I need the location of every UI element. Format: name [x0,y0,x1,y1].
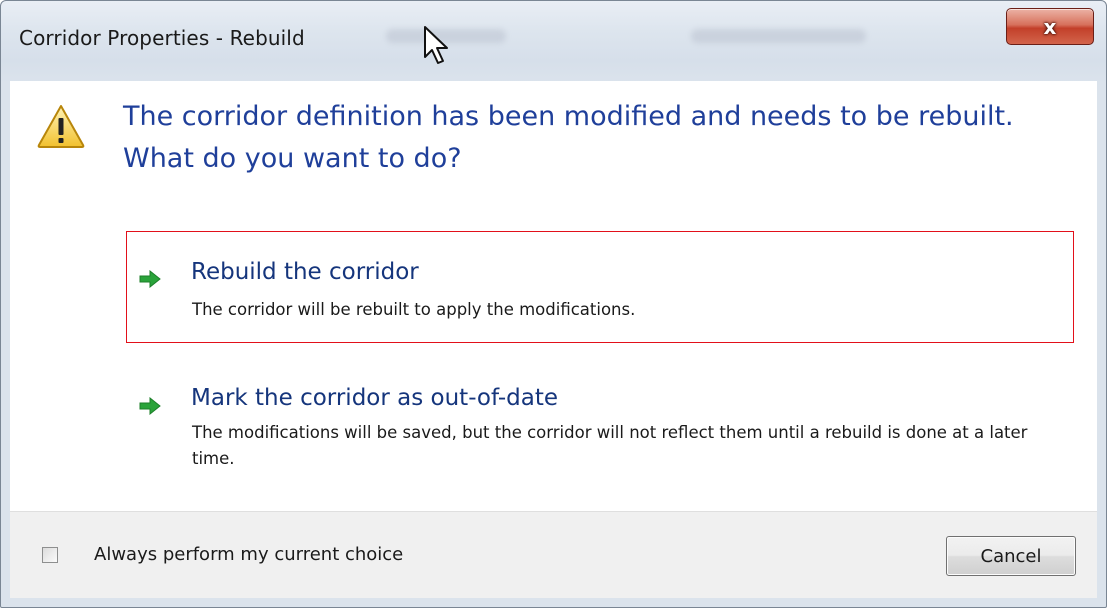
green-arrow-icon [139,270,161,288]
option-title: Mark the corridor as out-of-date [191,385,558,411]
option-title: Rebuild the corridor [191,259,419,285]
background-blur [691,29,866,43]
dialog-heading: The corridor definition has been modifie… [123,101,1014,174]
green-arrow-icon [139,397,161,415]
window-title: Corridor Properties - Rebuild [19,26,305,50]
close-button[interactable]: x [1006,8,1094,45]
mouse-cursor-icon [424,26,448,64]
checkbox-label[interactable]: Always perform my current choice [94,544,403,565]
dialog-content: The corridor definition has been modifie… [10,81,1097,511]
cancel-button[interactable]: Cancel [946,536,1076,576]
dialog-window: Corridor Properties - Rebuild x The corr… [0,0,1107,608]
option-mark-out-of-date[interactable]: Mark the corridor as out-of-date The mod… [126,366,1074,481]
title-bar[interactable]: Corridor Properties - Rebuild x [1,1,1106,79]
option-description: The modifications will be saved, but the… [192,423,1028,468]
always-perform-checkbox[interactable] [42,547,58,563]
warning-icon [37,105,85,148]
dialog-footer: Always perform my current choice Cancel [10,511,1097,598]
option-description: The corridor will be rebuilt to apply th… [192,300,636,319]
close-icon: x [1043,14,1057,39]
option-rebuild-corridor[interactable]: Rebuild the corridor The corridor will b… [126,231,1074,343]
